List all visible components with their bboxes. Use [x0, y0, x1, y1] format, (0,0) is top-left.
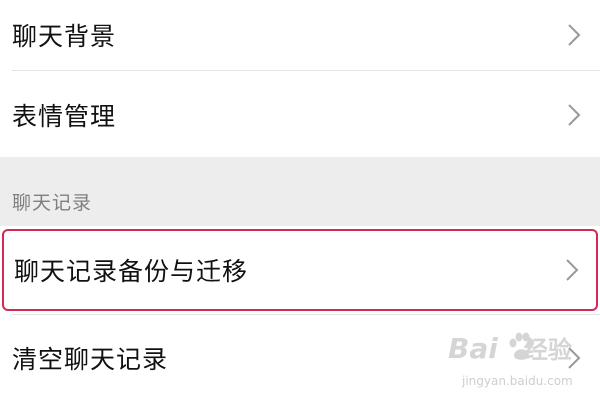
clear-chat-history-label: 清空聊天记录: [12, 345, 169, 374]
emoji-management-row[interactable]: 表情管理: [0, 72, 600, 157]
chevron-right-icon: [564, 101, 584, 129]
watermark-url: jingyan.baidu.com: [462, 374, 573, 388]
chat-background-label: 聊天背景: [12, 22, 117, 51]
chat-settings-screen: 聊天背景 表情管理 聊天记录 聊天记录备份与迁移 清空聊天记录 Bai 经验 j…: [0, 0, 600, 400]
emoji-management-label: 表情管理: [12, 101, 117, 131]
chat-history-section-header: 聊天记录: [12, 192, 93, 214]
baidu-jingyan-watermark: Bai 经验 jingyan.baidu.com: [448, 330, 588, 392]
baidu-paw-icon: [508, 332, 534, 366]
chat-history-backup-migrate-label: 聊天记录备份与迁移: [14, 257, 249, 286]
chat-history-backup-migrate-row[interactable]: 聊天记录备份与迁移: [2, 229, 598, 311]
chat-background-row[interactable]: 聊天背景: [0, 0, 600, 70]
chevron-right-icon: [564, 21, 584, 49]
row-divider: [12, 70, 600, 71]
row-divider: [12, 314, 600, 315]
chevron-right-icon: [562, 256, 582, 284]
